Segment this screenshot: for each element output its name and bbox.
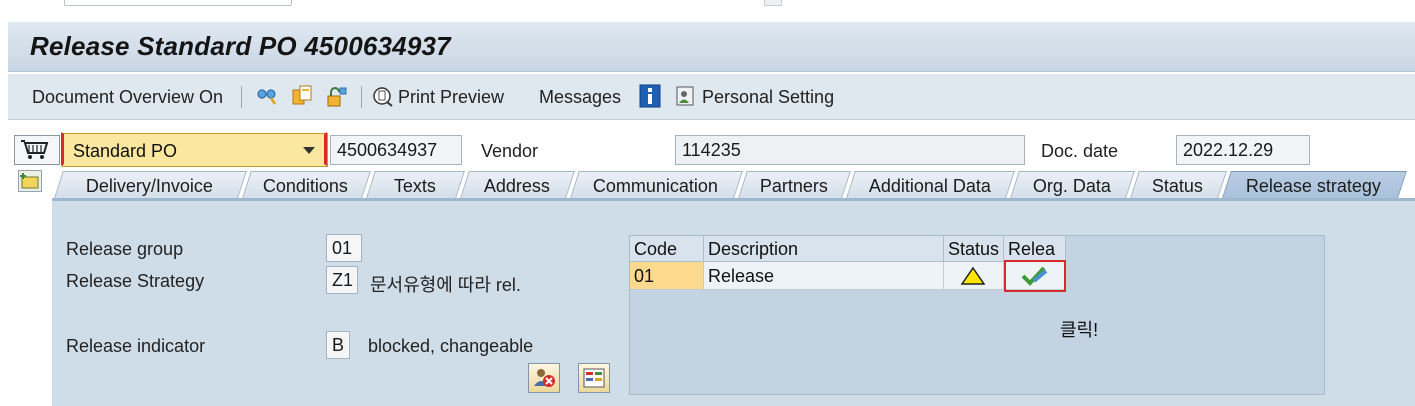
header-expand-button[interactable] [18, 170, 42, 192]
document-type-value: Standard PO [73, 141, 178, 161]
release-overview-button[interactable] [578, 363, 610, 393]
cart-icon [17, 138, 57, 162]
release-indicator-field: B [326, 331, 350, 359]
print-preview-icon[interactable] [372, 84, 394, 108]
tab-label: Communication [593, 176, 719, 196]
title-bar: Release Standard PO 4500634937 [8, 22, 1415, 72]
tab-partners[interactable]: Partners [737, 171, 851, 201]
tab-additional-data[interactable]: Additional Data [845, 171, 1015, 201]
tab-org-data[interactable]: Org. Data [1009, 171, 1135, 201]
vendor-field[interactable]: 114235 [675, 135, 1025, 165]
doc-date-field: 2022.12.29 [1176, 135, 1310, 165]
sap-window: Release Standard PO 4500634937 Document … [8, 20, 1415, 406]
messages-button[interactable]: Messages [539, 87, 621, 108]
small-button[interactable] [764, 0, 782, 6]
highlight-box [1004, 260, 1066, 292]
toolbar-separator [241, 86, 242, 108]
lock-icon[interactable] [326, 84, 348, 108]
release-strategy-label: Release Strategy [66, 271, 205, 291]
vendor-label: Vendor [481, 141, 539, 161]
annotation-text: 클릭! [1060, 320, 1099, 340]
release-strategy-field: Z1 [326, 266, 358, 294]
toolbar-separator [361, 86, 362, 108]
document-type-dropdown[interactable]: Standard PO [61, 132, 328, 167]
tab-label: Delivery/Invoice [86, 176, 214, 196]
command-field[interactable] [64, 0, 292, 6]
overview-grid-icon [583, 368, 605, 388]
cart-button[interactable] [14, 135, 60, 165]
tab-conditions[interactable]: Conditions [241, 171, 371, 201]
glasses-icon[interactable] [256, 84, 278, 108]
page-title: Release Standard PO 4500634937 [30, 31, 451, 61]
document-overview-button[interactable]: Document Overview On [32, 87, 223, 108]
release-strategy-panel: Release group 01 Release Strategy Z1 문서유… [52, 198, 1415, 406]
copy-doc-icon[interactable] [291, 84, 313, 108]
warning-icon [960, 266, 986, 285]
info-icon[interactable] [639, 84, 661, 108]
application-toolbar: Document Overview On Print Preview Messa… [8, 74, 1415, 120]
tab-label: Additional Data [868, 176, 991, 196]
column-header-status[interactable]: Status [944, 236, 1004, 262]
tab-address[interactable]: Address [459, 171, 575, 201]
release-group-field: 01 [326, 234, 362, 262]
tab-label: Status [1152, 176, 1204, 196]
table-cell-code[interactable]: 01 [630, 262, 704, 290]
tab-label: Address [483, 176, 550, 196]
tab-label: Texts [393, 176, 436, 196]
table-cell-description: Release [704, 262, 944, 290]
tab-communication[interactable]: Communication [569, 171, 743, 201]
po-number-field: 4500634937 [330, 135, 462, 165]
column-header-release[interactable]: Relea [1004, 236, 1066, 262]
top-strip [0, 0, 1415, 12]
tab-label: Org. Data [1032, 176, 1111, 196]
expand-header-icon [20, 173, 39, 189]
cancel-release-button[interactable] [528, 363, 560, 393]
tab-status[interactable]: Status [1129, 171, 1227, 201]
tab-texts[interactable]: Texts [365, 171, 465, 201]
tab-strip: Delivery/Invoice Conditions Texts Addres… [52, 167, 1415, 201]
cancel-release-icon [534, 369, 555, 387]
tab-release-strategy[interactable]: Release strategy [1221, 171, 1407, 201]
tab-delivery-invoice[interactable]: Delivery/Invoice [53, 171, 247, 201]
column-header-description[interactable]: Description [704, 236, 944, 262]
release-codes-table: Code Description Status Relea 01 Release [629, 235, 1325, 395]
personal-setting-button[interactable]: Personal Setting [702, 87, 834, 108]
tab-label: Release strategy [1246, 176, 1382, 196]
release-strategy-description: 문서유형에 따라 rel. [370, 275, 521, 295]
tab-label: Partners [759, 176, 828, 196]
release-indicator-label: Release indicator [66, 336, 206, 356]
release-group-label: Release group [66, 239, 184, 259]
doc-date-label: Doc. date [1041, 141, 1119, 161]
tab-label: Conditions [263, 176, 349, 196]
table-cell-status [944, 262, 1004, 290]
column-header-code[interactable]: Code [630, 236, 704, 262]
chevron-down-icon[interactable] [303, 147, 315, 154]
release-indicator-description: blocked, changeable [368, 336, 534, 356]
print-preview-button[interactable]: Print Preview [398, 87, 504, 108]
personal-setting-icon[interactable] [675, 84, 697, 108]
